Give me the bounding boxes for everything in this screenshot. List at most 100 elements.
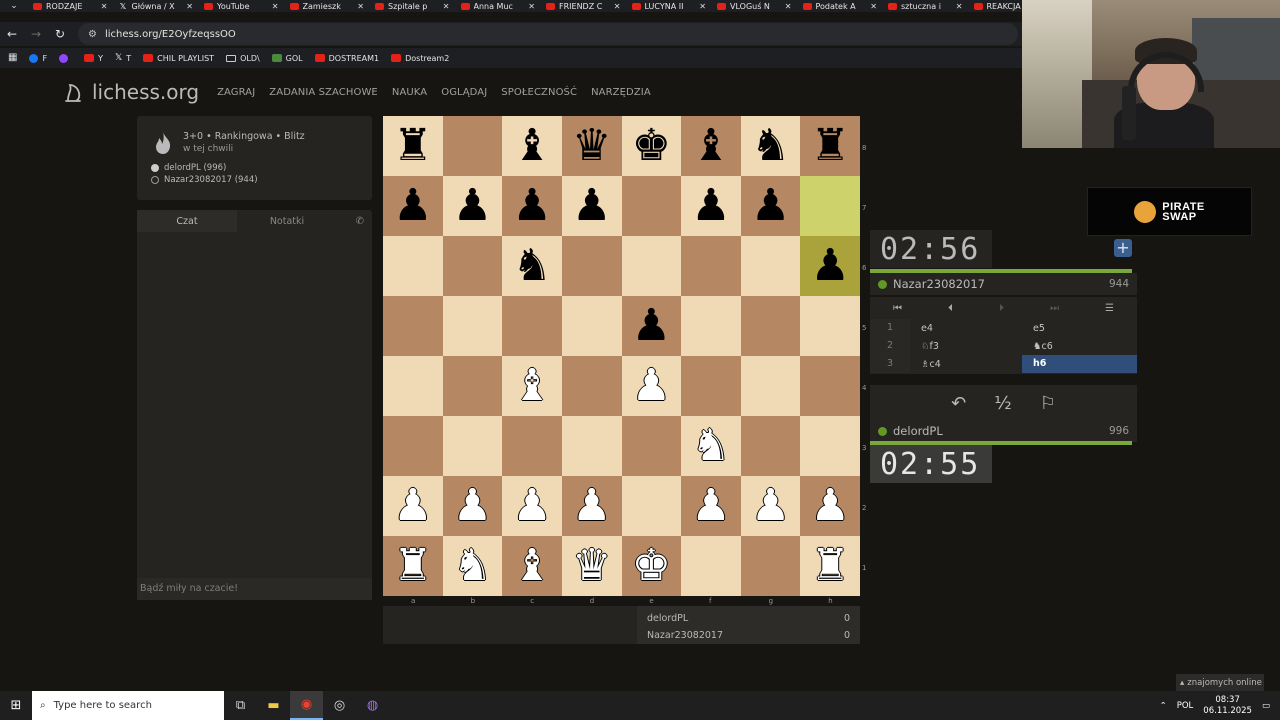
square-g3[interactable] [740, 416, 801, 476]
close-tab-icon[interactable]: ✕ [614, 2, 621, 11]
browser-tab[interactable]: VLOGuś N ✕ [712, 0, 798, 12]
white-player-info[interactable]: delordPL (996) [151, 162, 360, 174]
square-c2[interactable]: ♟ [502, 476, 562, 536]
browser-tab[interactable]: FRIENDZ C ✕ [541, 0, 627, 12]
square-b7[interactable]: ♟ [442, 176, 503, 236]
white-knight-icon[interactable]: ♞ [691, 424, 730, 468]
black-knight-icon[interactable]: ♞ [512, 244, 551, 288]
close-tab-icon[interactable]: ✕ [870, 2, 877, 11]
square-d6[interactable] [561, 236, 622, 296]
square-g6[interactable] [740, 236, 801, 296]
square-c5[interactable] [502, 296, 562, 356]
white-pawn-icon[interactable]: ♟ [453, 484, 492, 528]
white-rook-icon[interactable]: ♜ [393, 544, 432, 588]
messenger-icon[interactable]: ◍ [356, 691, 389, 720]
square-c7[interactable]: ♟ [502, 176, 562, 236]
square-h4[interactable] [800, 356, 860, 416]
white-pawn-icon[interactable]: ♟ [810, 484, 849, 528]
square-d2[interactable]: ♟ [561, 476, 622, 536]
resign-flag-icon[interactable]: ⚐ [1040, 393, 1056, 414]
black-pawn-icon[interactable]: ♟ [632, 304, 671, 348]
language-indicator[interactable]: POL [1177, 701, 1194, 711]
task-view-icon[interactable]: ⧉ [224, 691, 257, 720]
square-h7[interactable] [800, 176, 860, 236]
notification-icon[interactable]: ▭ [1262, 701, 1270, 711]
black-queen-icon[interactable]: ♛ [572, 124, 611, 168]
white-pawn-icon[interactable]: ♟ [632, 364, 671, 408]
close-tab-icon[interactable]: ✕ [785, 2, 792, 11]
square-a8[interactable]: ♜ [383, 116, 443, 176]
square-d3[interactable] [561, 416, 622, 476]
bookmark[interactable]: OLD\ [226, 54, 260, 63]
square-b6[interactable] [442, 236, 503, 296]
black-player-info[interactable]: Nazar23082017 (944) [151, 174, 360, 186]
black-pawn-icon[interactable]: ♟ [691, 184, 730, 228]
forward-icon[interactable]: → [24, 22, 48, 46]
black-move[interactable]: h6 [1022, 355, 1137, 373]
white-pawn-icon[interactable]: ♟ [751, 484, 790, 528]
last-move-icon[interactable]: ⏭ [1050, 303, 1059, 314]
self-player-row[interactable]: delordPL 996 [870, 420, 1137, 442]
bookmark[interactable]: F [29, 53, 47, 63]
square-f2[interactable]: ♟ [681, 476, 741, 536]
square-a6[interactable] [383, 236, 443, 296]
nav-watch[interactable]: OGLĄDAJ [441, 87, 487, 98]
square-e5[interactable]: ♟ [621, 296, 682, 356]
square-a7[interactable]: ♟ [383, 176, 443, 236]
windows-start-icon[interactable]: ⊞ [0, 691, 32, 720]
square-a1[interactable]: ♜ [383, 536, 443, 596]
square-b5[interactable] [442, 296, 503, 356]
browser-tab[interactable]: Podatek A ✕ [798, 0, 884, 12]
close-tab-icon[interactable]: ✕ [101, 2, 108, 11]
browser-tab[interactable]: Anna Muc ✕ [456, 0, 542, 12]
black-king-icon[interactable]: ♚ [632, 124, 671, 168]
tab-notes[interactable]: Notatki [237, 210, 337, 232]
square-f6[interactable] [681, 236, 741, 296]
bookmark[interactable]: Y [84, 54, 103, 63]
white-bishop-icon[interactable]: ♝ [512, 544, 551, 588]
close-tab-icon[interactable]: ✕ [443, 2, 450, 11]
url-field[interactable]: ⚙ lichess.org/E2OyfzeqssOO [78, 23, 1018, 45]
black-pawn-icon[interactable]: ♟ [810, 244, 849, 288]
bookmark[interactable]: CHIL PLAYLIST [143, 54, 214, 63]
black-bishop-icon[interactable]: ♝ [691, 124, 730, 168]
square-g8[interactable]: ♞ [740, 116, 801, 176]
white-pawn-icon[interactable]: ♟ [572, 484, 611, 528]
chrome-icon[interactable]: ◉ [290, 691, 323, 720]
bookmark[interactable] [59, 53, 72, 63]
first-move-icon[interactable]: ⏮ [893, 303, 902, 314]
white-pawn-icon[interactable]: ♟ [393, 484, 432, 528]
close-tab-icon[interactable]: ✕ [956, 2, 963, 11]
square-h1[interactable]: ♜ [800, 536, 860, 596]
reload-icon[interactable]: ↻ [48, 22, 72, 46]
browser-tab[interactable]: Zamieszk ✕ [285, 0, 371, 12]
square-f7[interactable]: ♟ [681, 176, 741, 236]
black-move[interactable]: ♞c6 [1022, 341, 1137, 352]
square-h3[interactable] [800, 416, 860, 476]
close-tab-icon[interactable]: ✕ [528, 2, 535, 11]
close-tab-icon[interactable]: ✕ [357, 2, 364, 11]
black-rook-icon[interactable]: ♜ [393, 124, 432, 168]
bookmark[interactable]: Dostream2 [391, 54, 449, 63]
black-pawn-icon[interactable]: ♟ [393, 184, 432, 228]
square-c4[interactable]: ♝ [502, 356, 562, 416]
square-f3[interactable]: ♞ [681, 416, 741, 476]
chat-input[interactable]: Bądź miły na czacie! [137, 578, 372, 600]
square-d5[interactable] [561, 296, 622, 356]
tab-chat[interactable]: Czat [137, 210, 237, 232]
square-d7[interactable]: ♟ [561, 176, 622, 236]
square-g2[interactable]: ♟ [740, 476, 801, 536]
nav-tools[interactable]: NARZĘDZIA [591, 87, 651, 98]
square-b3[interactable] [442, 416, 503, 476]
file-explorer-icon[interactable]: ▬ [257, 691, 290, 720]
taskbar-search[interactable]: ⌕ Type here to search [32, 691, 224, 720]
square-f4[interactable] [681, 356, 741, 416]
square-h2[interactable]: ♟ [800, 476, 860, 536]
bookmark[interactable]: 𝕏T [115, 54, 131, 63]
close-tab-icon[interactable]: ✕ [186, 2, 193, 11]
black-pawn-icon[interactable]: ♟ [751, 184, 790, 228]
square-e1[interactable]: ♚ [621, 536, 682, 596]
square-g7[interactable]: ♟ [740, 176, 801, 236]
white-move[interactable]: ♗c4 [910, 359, 1022, 370]
offer-draw-icon[interactable]: ½ [994, 393, 1011, 414]
